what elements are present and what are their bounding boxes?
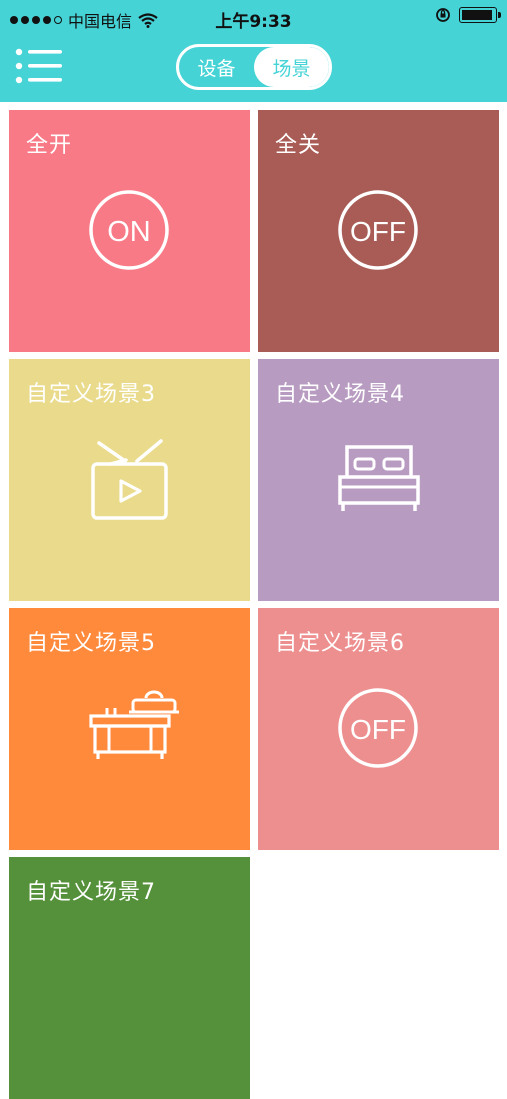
tv-icon — [91, 439, 168, 520]
on-power-icon: ON — [89, 190, 169, 270]
tab-scenes[interactable]: 场景 — [254, 47, 329, 87]
scene-tile-custom-6[interactable]: 自定义场景6 OFF — [258, 608, 499, 850]
list-menu-icon[interactable] — [14, 46, 64, 86]
bed-icon — [338, 445, 420, 511]
device-scene-switch: 设备 场景 — [176, 44, 332, 90]
tab-devices[interactable]: 设备 — [179, 47, 254, 87]
scene-tile-custom-5[interactable]: 自定义场景5 — [9, 608, 250, 850]
scene-label: 自定义场景7 — [26, 880, 156, 905]
status-time: 上午9:33 — [215, 12, 292, 32]
on-icon-text: ON — [107, 216, 151, 248]
scene-tile-all-on[interactable]: 全开 ON — [9, 110, 250, 352]
scene-tile-custom-4[interactable]: 自定义场景4 — [258, 359, 499, 601]
orientation-lock-icon — [436, 8, 450, 22]
off-power-icon: OFF — [338, 190, 418, 270]
status-bar: 中国电信 上午9:33 — [0, 0, 507, 36]
scene-tile-custom-7[interactable]: 自定义场景7 — [9, 857, 250, 1099]
cooking-stove-icon — [89, 690, 179, 759]
status-right — [435, 7, 501, 23]
off-power-icon: OFF — [338, 688, 418, 768]
battery-icon — [459, 7, 501, 23]
off-icon-text: OFF — [350, 714, 406, 745]
off-icon-text: OFF — [350, 216, 406, 247]
app-header: 中国电信 上午9:33 设备 场景 — [0, 0, 507, 102]
scene-tile-custom-3[interactable]: 自定义场景3 — [9, 359, 250, 601]
scene-tile-all-off[interactable]: 全关 OFF — [258, 110, 499, 352]
